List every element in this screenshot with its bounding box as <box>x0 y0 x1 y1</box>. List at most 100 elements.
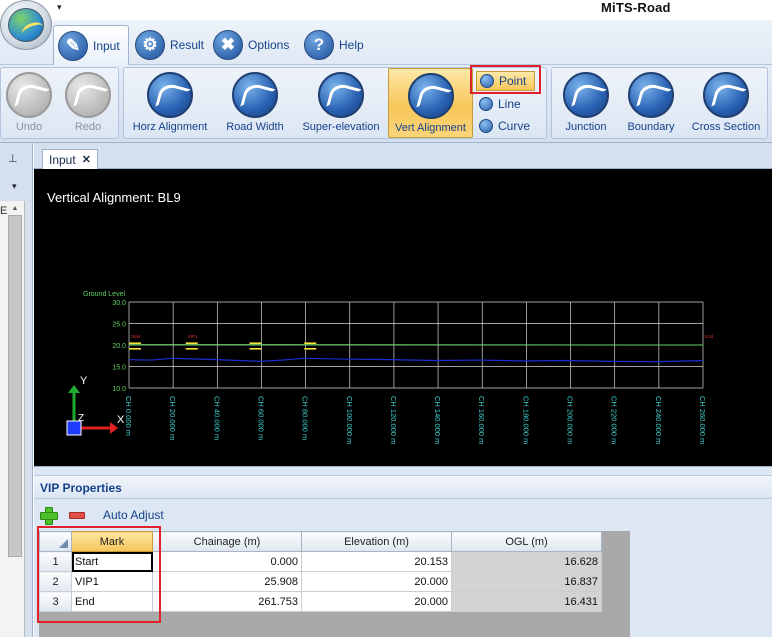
panel-dropdown-icon[interactable]: ▾ <box>12 181 17 192</box>
vip-table: Mark Chainage (m) Elevation (m) OGL (m) … <box>39 531 602 612</box>
redo-button[interactable]: Redo <box>62 68 114 138</box>
super-elevation-icon <box>318 72 364 118</box>
y-tick-label: 30.0 <box>112 300 126 307</box>
vip-marker <box>304 348 317 350</box>
point-button[interactable]: Point <box>476 71 536 91</box>
column-header-ogl[interactable]: OGL (m) <box>451 531 602 552</box>
row-header[interactable]: 1 <box>39 551 72 572</box>
tab-options[interactable]: ✖ Options <box>209 25 297 65</box>
cell-mark[interactable]: Start <box>71 551 153 572</box>
super-elevation-label: Super-elevation <box>302 121 380 133</box>
ribbon-tab-row: ✎ Input ⚙ Result ✖ Options ? Help <box>0 20 772 65</box>
cell-elevation[interactable]: 20.153 <box>301 551 452 572</box>
road-width-button[interactable]: Road Width <box>220 68 290 138</box>
row-header[interactable]: 2 <box>39 571 72 592</box>
pencil-doc-icon: ✎ <box>58 30 88 61</box>
vip-point-label: VIP1 <box>188 334 198 339</box>
table-row[interactable]: 1 Start 0.000 20.153 16.628 <box>39 551 602 572</box>
x-tick-label: CH 60.000 m <box>256 396 265 440</box>
boundary-label: Boundary <box>627 121 675 133</box>
tab-options-label: Options <box>248 38 290 52</box>
quick-access-dropdown-icon[interactable]: ▾ <box>57 2 62 13</box>
close-icon[interactable]: ✕ <box>82 153 91 166</box>
cell-ogl: 16.628 <box>451 551 602 572</box>
cell-chainage[interactable]: 261.753 <box>152 591 302 612</box>
add-row-icon[interactable] <box>39 506 58 525</box>
tools-icon: ✖ <box>213 30 243 60</box>
cell-elevation[interactable]: 20.000 <box>301 571 452 592</box>
tab-result[interactable]: ⚙ Result <box>131 25 212 65</box>
x-axis-label: X <box>117 414 125 426</box>
x-tick-label: CH 20.000 m <box>168 396 177 440</box>
cell-ogl: 16.431 <box>451 591 602 612</box>
y-axis-arrow-head <box>68 385 80 393</box>
column-header-mark[interactable]: Mark <box>71 531 153 552</box>
table-row[interactable]: 2 VIP1 25.908 20.000 16.837 <box>39 571 602 592</box>
cell-mark[interactable]: VIP1 <box>71 571 153 592</box>
tab-help[interactable]: ? Help <box>300 25 372 65</box>
junction-label: Junction <box>565 121 607 133</box>
ground-profile-line <box>128 357 704 363</box>
scroll-up-icon[interactable]: ▲ <box>8 205 22 213</box>
curve-icon <box>479 119 493 133</box>
curve-button[interactable]: Curve <box>479 116 530 136</box>
column-header-chainage[interactable]: Chainage (m) <box>152 531 302 552</box>
ribbon-group-history: Undo Redo <box>0 67 119 139</box>
junction-button[interactable]: Junction <box>556 68 616 138</box>
redo-label: Redo <box>74 121 102 133</box>
left-panel-scrollbar[interactable] <box>8 215 22 557</box>
tab-result-label: Result <box>170 38 205 52</box>
left-panel: ⊥ ▾ E ▲ <box>0 143 33 637</box>
horz-alignment-button[interactable]: Horz Alignment <box>128 68 212 138</box>
gear-icon: ⚙ <box>135 30 165 60</box>
junction-icon <box>563 72 609 118</box>
x-tick-label: CH 160.000 m <box>477 396 486 444</box>
row-header[interactable]: 3 <box>39 591 72 612</box>
table-row[interactable]: 3 End 261.753 20.000 16.431 <box>39 591 602 612</box>
vip-point-label: End <box>705 334 714 339</box>
road-width-label: Road Width <box>226 121 284 133</box>
redo-icon <box>65 72 111 118</box>
document-tab-bar: Input ✕ <box>34 143 772 169</box>
x-tick-label: CH 140.000 m <box>433 396 442 444</box>
boundary-button[interactable]: Boundary <box>620 68 682 138</box>
column-header-elevation[interactable]: Elevation (m) <box>301 531 452 552</box>
y-axis-label: Y <box>80 375 88 387</box>
app-menu-orb-icon[interactable] <box>0 0 52 50</box>
doc-tab-input[interactable]: Input ✕ <box>42 149 98 169</box>
horz-alignment-label: Horz Alignment <box>132 121 208 133</box>
super-elevation-button[interactable]: Super-elevation <box>298 68 384 138</box>
cross-section-button[interactable]: Cross Section <box>686 68 766 138</box>
vip-toolbar: Auto Adjust <box>34 504 772 526</box>
vip-marker <box>304 342 317 345</box>
vert-alignment-button[interactable]: Vert Alignment <box>388 68 473 138</box>
tab-input-label: Input <box>93 38 120 53</box>
pin-icon[interactable]: ⊥ <box>8 152 18 165</box>
cell-elevation[interactable]: 20.000 <box>301 591 452 612</box>
vip-point-label: Start <box>131 334 141 339</box>
cell-mark[interactable]: End <box>71 591 153 612</box>
vip-marker <box>249 342 262 345</box>
cell-chainage[interactable]: 25.908 <box>152 571 302 592</box>
remove-row-icon[interactable] <box>69 512 85 519</box>
vip-marker <box>129 342 141 345</box>
x-tick-label: CH 220.000 m <box>610 396 619 444</box>
cell-chainage[interactable]: 0.000 <box>152 551 302 572</box>
boundary-icon <box>628 72 674 118</box>
auto-adjust-button[interactable]: Auto Adjust <box>103 508 164 522</box>
y-tick-label: 25.0 <box>112 322 126 329</box>
x-tick-label: CH 200.000 m <box>566 396 575 444</box>
undo-label: Undo <box>15 121 43 133</box>
line-button[interactable]: Line <box>479 94 521 114</box>
left-panel-item: E <box>0 205 8 217</box>
vip-marker <box>185 348 198 350</box>
point-label: Point <box>499 74 527 88</box>
cell-ogl: 16.837 <box>451 571 602 592</box>
vertical-alignment-canvas[interactable]: Vertical Alignment: BL9 Ground Level 30.… <box>34 169 772 466</box>
x-tick-label: CH 120.000 m <box>389 396 398 444</box>
curve-label: Curve <box>498 119 531 133</box>
undo-button[interactable]: Undo <box>3 68 55 138</box>
x-tick-label: CH 0.000 m <box>124 396 133 436</box>
select-all-corner[interactable] <box>39 531 72 552</box>
tab-input[interactable]: ✎ Input <box>53 25 129 65</box>
